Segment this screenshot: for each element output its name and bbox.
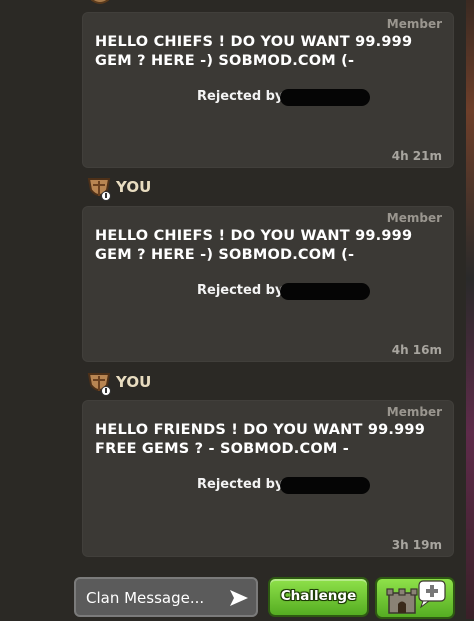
challenge-label: Challenge — [280, 588, 357, 604]
member-role: Member — [386, 211, 442, 225]
send-arrow-icon[interactable] — [228, 587, 250, 609]
clan-message-placeholder: Clan Message... — [86, 589, 205, 607]
side-edge-decoration — [466, 0, 474, 619]
chat-message: Member HELLO CHIEFS ! DO YOU WANT 99.999… — [82, 12, 454, 168]
redacted-name — [280, 477, 370, 494]
message-text: HELLO CHIEFS ! DO YOU WANT 99.999 GEM ? … — [95, 34, 413, 69]
message-time: 3h 19m — [391, 538, 442, 552]
chat-message: Member HELLO FRIENDS ! DO YOU WANT 99.99… — [82, 400, 454, 557]
sender-name: YOU — [116, 373, 152, 391]
member-role: Member — [386, 405, 442, 419]
rejected-by-label: Rejected by — [197, 283, 284, 298]
league-shield-icon — [87, 373, 111, 396]
redacted-name — [280, 89, 370, 106]
redacted-name — [280, 283, 370, 300]
castle-add-icon — [386, 580, 446, 614]
challenge-button[interactable]: Challenge — [268, 577, 369, 617]
league-shield-icon — [87, 178, 111, 201]
sender-name: YOU — [116, 178, 152, 196]
message-text: HELLO CHIEFS ! DO YOU WANT 99.999 GEM ? … — [95, 228, 413, 263]
chat-message: Member HELLO CHIEFS ! DO YOU WANT 99.999… — [82, 206, 454, 362]
message-time: 4h 21m — [391, 149, 442, 163]
league-shield-icon — [90, 0, 110, 4]
message-text: HELLO FRIENDS ! DO YOU WANT 99.999 FREE … — [95, 422, 426, 457]
rejected-by-label: Rejected by — [197, 477, 284, 492]
rejected-by-label: Rejected by — [197, 89, 284, 104]
castle-add-button[interactable] — [375, 577, 455, 619]
clan-message-input[interactable]: Clan Message... — [74, 577, 258, 617]
member-role: Member — [386, 17, 442, 31]
message-time: 4h 16m — [391, 343, 442, 357]
